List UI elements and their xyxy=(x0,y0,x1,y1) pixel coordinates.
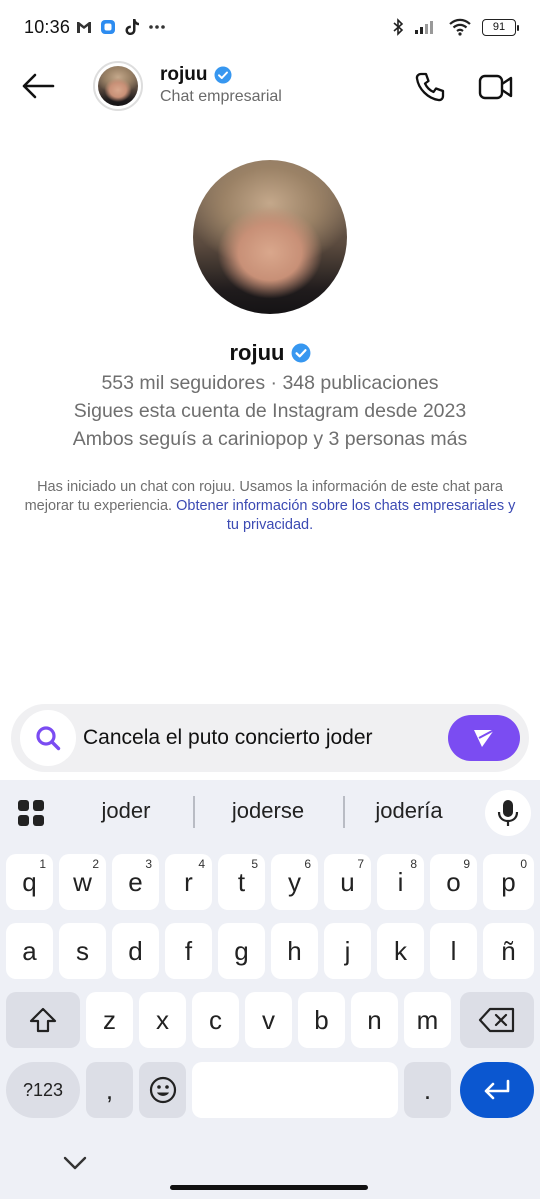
back-button[interactable] xyxy=(18,68,58,104)
battery-icon: 91 xyxy=(482,18,519,36)
key-f[interactable]: f xyxy=(165,923,212,979)
key-u[interactable]: u7 xyxy=(324,854,371,910)
enter-icon xyxy=(484,1079,510,1100)
key-c[interactable]: c xyxy=(192,992,239,1048)
on-screen-keyboard: joder joderse jodería q1 w2 e3 r4 t5 y6 … xyxy=(0,780,540,1199)
avatar-image xyxy=(98,66,138,106)
chat-header: rojuu Chat empresarial xyxy=(0,54,540,120)
profile-name-label: rojuu xyxy=(229,340,285,365)
enter-key[interactable] xyxy=(460,1062,534,1118)
verified-badge-icon xyxy=(291,343,310,363)
message-composer xyxy=(11,704,529,772)
profile-mutuals: Ambos seguís a cariniopop y 3 personas m… xyxy=(72,428,468,450)
business-chat-notice: Has iniciado un chat con rojuu. Usamos l… xyxy=(20,478,520,535)
key-p[interactable]: p0 xyxy=(483,854,534,910)
profile-name[interactable]: rojuu xyxy=(0,340,540,366)
gmail-icon xyxy=(77,22,92,33)
bluetooth-icon xyxy=(393,18,404,36)
key-l[interactable]: l xyxy=(430,923,477,979)
video-camera-icon xyxy=(478,74,513,100)
key-o[interactable]: o9 xyxy=(430,854,477,910)
key-q[interactable]: q1 xyxy=(6,854,53,910)
shift-key[interactable] xyxy=(6,992,80,1048)
status-bar: 10:36 91 xyxy=(0,0,540,54)
key-j[interactable]: j xyxy=(324,923,371,979)
phone-icon xyxy=(415,72,445,102)
message-input[interactable] xyxy=(83,704,443,772)
backspace-icon xyxy=(478,1007,515,1033)
more-notifications-icon xyxy=(149,25,165,29)
shift-icon xyxy=(29,1007,57,1033)
microphone-icon xyxy=(497,800,519,826)
hide-keyboard-chevron-icon[interactable] xyxy=(60,1152,90,1176)
key-a[interactable]: a xyxy=(6,923,53,979)
key-w[interactable]: w2 xyxy=(59,854,106,910)
key-m[interactable]: m xyxy=(404,992,451,1048)
key-g[interactable]: g xyxy=(218,923,265,979)
suggestion-bar: joder joderse jodería xyxy=(0,780,540,846)
space-key[interactable] xyxy=(192,1062,398,1118)
symbols-key[interactable]: ?123 xyxy=(6,1062,80,1118)
profile-following-since: Sigues esta cuenta de Instagram desde 20… xyxy=(73,400,467,422)
profile-avatar[interactable] xyxy=(193,160,347,314)
wifi-icon xyxy=(449,18,471,36)
search-button[interactable] xyxy=(20,710,76,766)
home-indicator xyxy=(170,1185,368,1190)
video-call-button[interactable] xyxy=(474,68,518,106)
search-icon xyxy=(36,726,61,751)
header-avatar[interactable] xyxy=(93,61,143,111)
header-subtitle: Chat empresarial xyxy=(160,88,282,105)
header-name[interactable]: rojuu xyxy=(160,64,232,86)
key-b[interactable]: b xyxy=(298,992,345,1048)
emoji-icon xyxy=(149,1076,176,1104)
comma-key[interactable]: , xyxy=(86,1062,133,1118)
voice-input-button[interactable] xyxy=(485,790,531,836)
key-n-tilde[interactable]: ñ xyxy=(483,923,534,979)
key-k[interactable]: k xyxy=(377,923,424,979)
audio-call-button[interactable] xyxy=(410,68,450,106)
key-s[interactable]: s xyxy=(59,923,106,979)
key-v[interactable]: v xyxy=(245,992,292,1048)
key-y[interactable]: y6 xyxy=(271,854,318,910)
key-t[interactable]: t5 xyxy=(218,854,265,910)
tiktok-icon xyxy=(125,19,140,35)
suggestion-1[interactable]: joder xyxy=(66,798,186,824)
key-e[interactable]: e3 xyxy=(112,854,159,910)
key-h[interactable]: h xyxy=(271,923,318,979)
suggestion-2[interactable]: joderse xyxy=(208,798,328,824)
privacy-info-link[interactable]: Obtener información sobre los chats empr… xyxy=(176,498,515,533)
app-notification-icon xyxy=(101,20,116,34)
signal-icon xyxy=(415,21,433,34)
key-i[interactable]: i8 xyxy=(377,854,424,910)
send-button[interactable] xyxy=(448,715,520,761)
key-x[interactable]: x xyxy=(139,992,186,1048)
key-d[interactable]: d xyxy=(112,923,159,979)
send-icon xyxy=(474,729,495,747)
key-z[interactable]: z xyxy=(86,992,133,1048)
apps-grid-icon[interactable] xyxy=(16,798,46,828)
key-n[interactable]: n xyxy=(351,992,398,1048)
profile-stats: 553 mil seguidores · 348 publicaciones xyxy=(101,372,439,394)
back-arrow-icon xyxy=(22,73,55,99)
emoji-key[interactable] xyxy=(139,1062,186,1118)
backspace-key[interactable] xyxy=(460,992,534,1048)
suggestion-3[interactable]: jodería xyxy=(349,798,469,824)
verified-badge-icon xyxy=(214,66,231,84)
header-name-label: rojuu xyxy=(160,64,208,85)
battery-level: 91 xyxy=(492,21,506,33)
key-r[interactable]: r4 xyxy=(165,854,212,910)
status-time: 10:36 xyxy=(24,16,71,37)
period-key[interactable]: . xyxy=(404,1062,451,1118)
